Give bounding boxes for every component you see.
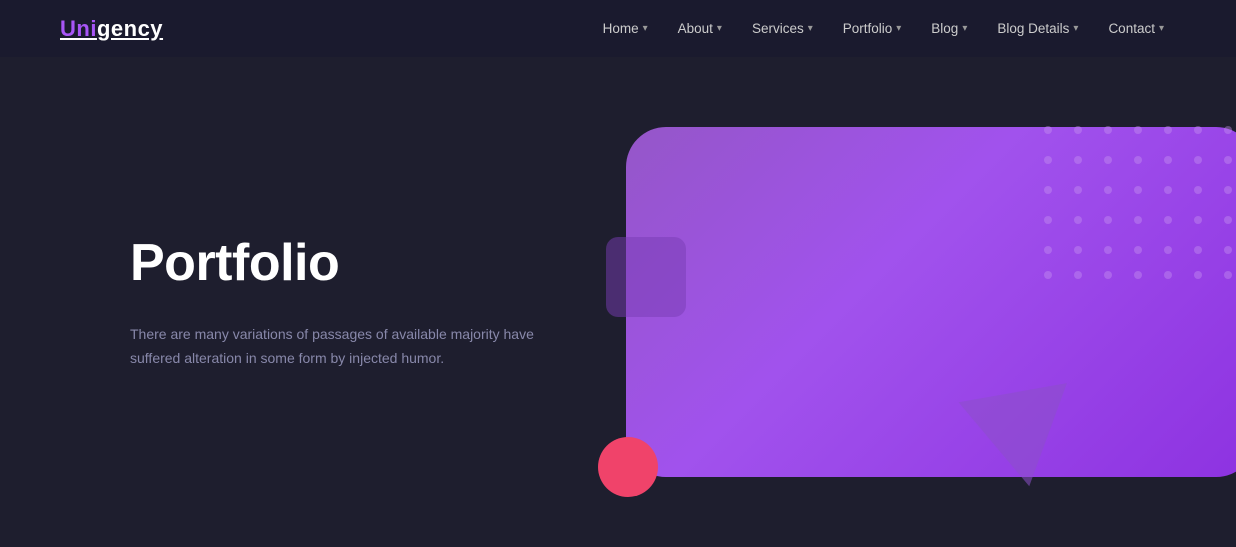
pink-circle-shape	[598, 437, 658, 497]
nav-item-blog: Blog ▾	[919, 15, 979, 42]
nav-link-home[interactable]: Home ▾	[591, 15, 660, 42]
nav-link-contact[interactable]: Contact ▾	[1096, 15, 1176, 42]
nav-label-blog: Blog	[931, 21, 958, 36]
decorative-shapes: // Will generate dots via inline SVG	[556, 107, 1236, 527]
chevron-down-icon: ▾	[808, 23, 813, 34]
nav-label-portfolio: Portfolio	[843, 21, 893, 36]
chevron-down-icon: ▾	[643, 23, 648, 34]
nav-link-portfolio[interactable]: Portfolio ▾	[831, 15, 914, 42]
nav-link-blog-details[interactable]: Blog Details ▾	[985, 15, 1090, 42]
nav-label-home: Home	[603, 21, 639, 36]
hero-content: Portfolio There are many variations of p…	[130, 233, 560, 371]
nav-item-blog-details: Blog Details ▾	[985, 15, 1090, 42]
nav-item-services: Services ▾	[740, 15, 825, 42]
nav-link-blog[interactable]: Blog ▾	[919, 15, 979, 42]
chevron-down-icon: ▾	[717, 23, 722, 34]
nav-link-services[interactable]: Services ▾	[740, 15, 825, 42]
chevron-down-icon: ▾	[962, 23, 967, 34]
chevron-down-icon: ▾	[896, 23, 901, 34]
dot-pattern-svg	[1028, 115, 1236, 285]
nav-label-contact: Contact	[1108, 21, 1155, 36]
logo-gency: gency	[97, 16, 163, 41]
chevron-down-icon: ▾	[1159, 23, 1164, 34]
nav-link-about[interactable]: About ▾	[666, 15, 734, 42]
inner-rect-shape	[606, 237, 686, 317]
logo-uni: Uni	[60, 16, 97, 41]
hero-title: Portfolio	[130, 233, 560, 293]
nav-label-services: Services	[752, 21, 804, 36]
nav-item-about: About ▾	[666, 15, 734, 42]
nav-item-portfolio: Portfolio ▾	[831, 15, 914, 42]
chevron-down-icon: ▾	[1073, 23, 1078, 34]
hero-description: There are many variations of passages of…	[130, 323, 560, 371]
triangle-shape	[959, 383, 1084, 496]
nav-item-contact: Contact ▾	[1096, 15, 1176, 42]
nav-item-home: Home ▾	[591, 15, 660, 42]
nav-label-blog-details: Blog Details	[997, 21, 1069, 36]
nav-label-about: About	[678, 21, 713, 36]
logo[interactable]: Unigency	[60, 16, 163, 42]
hero-section: Portfolio There are many variations of p…	[0, 57, 1236, 547]
nav-links: Home ▾ About ▾ Services ▾ Portfolio ▾ Bl	[591, 15, 1176, 42]
navbar: Unigency Home ▾ About ▾ Services ▾ Portf…	[0, 0, 1236, 57]
